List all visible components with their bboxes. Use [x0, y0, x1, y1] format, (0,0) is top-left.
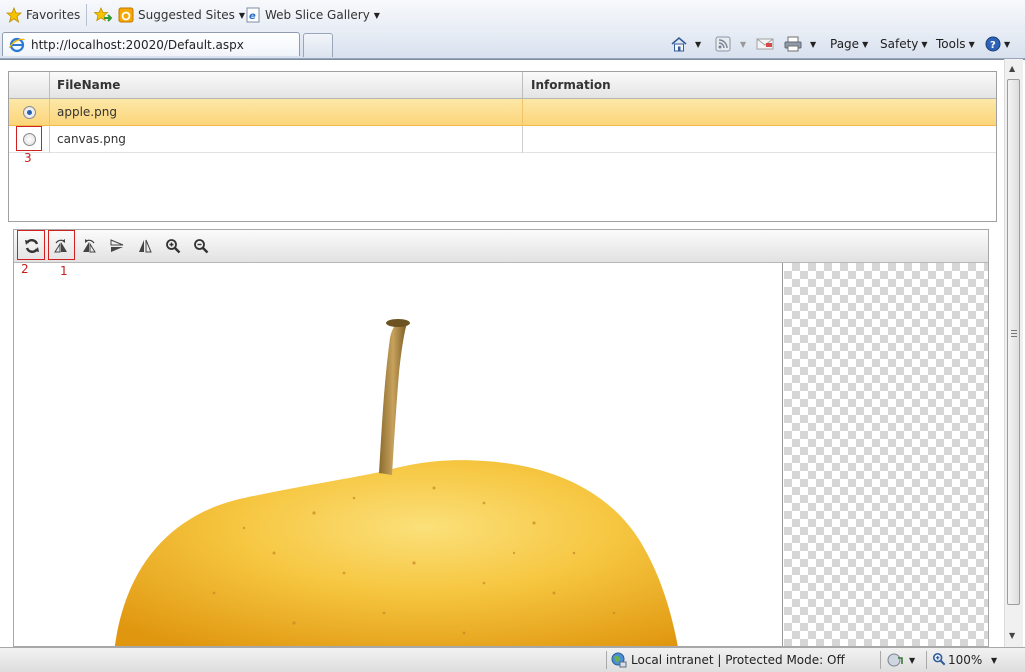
ie-page-icon: e: [245, 7, 261, 23]
safety-menu[interactable]: Safety ▼: [880, 35, 928, 53]
transparency-preview: [784, 263, 988, 646]
rotate-left-icon: [81, 238, 97, 254]
favorites-bar: Favorites Suggested Sites ▼ e Web Slice …: [0, 0, 1025, 30]
vertical-scrollbar[interactable]: ▲ ▼: [1004, 59, 1023, 647]
chevron-down-icon: ▼: [810, 39, 817, 49]
annotation-label-2: 2: [21, 262, 29, 276]
zoom-icon: [932, 652, 946, 666]
cell-information: [523, 99, 996, 125]
browser-tab[interactable]: http://localhost:20020/Default.aspx: [2, 32, 300, 56]
cell-filename: canvas.png: [57, 132, 126, 146]
annotation-box-1: [48, 230, 75, 260]
svg-text:e: e: [249, 11, 256, 22]
home-dropdown[interactable]: ▼: [695, 35, 701, 53]
zoom-in-button[interactable]: [162, 235, 184, 257]
help-icon: ?: [985, 36, 1001, 52]
intranet-globe-icon: [611, 652, 627, 668]
chevron-down-icon: ▼: [740, 39, 747, 49]
suggested-sites-label: Suggested Sites: [138, 8, 235, 22]
image-editor: [13, 229, 989, 647]
tab-row: http://localhost:20020/Default.aspx ▼ ▼ …: [0, 30, 1025, 59]
home-button[interactable]: [670, 35, 688, 53]
annotation-box-3: [16, 126, 42, 151]
image-canvas[interactable]: [14, 263, 783, 646]
feeds-dropdown[interactable]: ▼: [740, 35, 746, 53]
row-select-radio[interactable]: [23, 106, 36, 119]
star-icon: [6, 7, 22, 23]
zoom-level[interactable]: 100%: [948, 653, 982, 667]
chevron-down-icon: ▼: [695, 39, 702, 49]
table-row[interactable]: apple.png: [9, 99, 996, 126]
annotation-label-1: 1: [60, 264, 68, 278]
cell-information: [523, 126, 996, 152]
printer-icon: [784, 36, 802, 52]
add-favorite-button[interactable]: [94, 6, 112, 24]
new-tab-button[interactable]: [303, 33, 333, 57]
safety-menu-label: Safety: [880, 37, 919, 51]
tools-menu[interactable]: Tools ▼: [936, 35, 975, 53]
print-button[interactable]: [784, 35, 802, 53]
grid-header: FileName Information: [9, 72, 996, 99]
tools-menu-label: Tools: [936, 37, 966, 51]
scroll-thumb[interactable]: [1007, 79, 1020, 605]
ie-logo-icon: [9, 37, 25, 53]
flip-vertical-icon: [109, 238, 125, 254]
page-menu-label: Page: [830, 37, 860, 51]
security-zone-text[interactable]: Local intranet | Protected Mode: Off: [631, 653, 845, 667]
mail-icon: [756, 37, 774, 51]
chevron-down-icon[interactable]: ▼: [991, 656, 997, 665]
chevron-down-icon: ▼: [1004, 39, 1011, 49]
annotation-label-3: 3: [24, 151, 32, 165]
zoom-out-icon: [193, 238, 209, 254]
chevron-down-icon: ▼: [373, 10, 380, 20]
column-header-information[interactable]: Information: [523, 72, 996, 98]
flip-vertical-button[interactable]: [106, 235, 128, 257]
feeds-button[interactable]: [715, 35, 731, 53]
zoom-in-icon: [165, 238, 181, 254]
help-button[interactable]: ? ▼: [985, 35, 1010, 53]
table-row[interactable]: canvas.png: [9, 126, 996, 153]
web-slice-gallery-button[interactable]: e Web Slice Gallery ▼: [245, 6, 380, 24]
cell-filename: apple.png: [57, 105, 117, 119]
annotation-box-2: [17, 230, 45, 260]
suggested-sites-button[interactable]: Suggested Sites ▼: [118, 6, 245, 24]
page-menu[interactable]: Page ▼: [830, 35, 868, 53]
chevron-down-icon: ▼: [921, 39, 928, 49]
flip-horizontal-icon: [137, 238, 153, 254]
svg-text:?: ?: [990, 40, 996, 51]
file-grid: FileName Information apple.png canvas.pn…: [8, 71, 997, 222]
chevron-down-icon[interactable]: ▼: [909, 656, 915, 665]
editor-toolbar: [14, 230, 988, 263]
rotate-left-button[interactable]: [78, 235, 100, 257]
suggested-sites-icon: [118, 7, 134, 23]
home-icon: [670, 36, 688, 52]
flip-horizontal-button[interactable]: [134, 235, 156, 257]
favorites-button[interactable]: Favorites: [6, 6, 80, 24]
web-slice-gallery-label: Web Slice Gallery: [265, 8, 370, 22]
protected-mode-icon[interactable]: [886, 652, 904, 668]
scroll-down-icon[interactable]: ▼: [1009, 631, 1015, 640]
column-header-filename[interactable]: FileName: [49, 72, 523, 98]
print-dropdown[interactable]: ▼: [810, 35, 816, 53]
scroll-up-icon[interactable]: ▲: [1009, 64, 1015, 73]
apple-image: [114, 319, 678, 646]
chevron-down-icon: ▼: [968, 39, 975, 49]
add-to-favorites-icon: [94, 7, 112, 23]
rss-feed-icon: [715, 36, 731, 52]
favorites-label: Favorites: [26, 8, 81, 22]
read-mail-button[interactable]: [756, 35, 774, 53]
status-bar: Local intranet | Protected Mode: Off ▼ 1…: [0, 647, 1025, 672]
chevron-down-icon: ▼: [862, 39, 869, 49]
tab-url: http://localhost:20020/Default.aspx: [31, 37, 244, 52]
zoom-out-button[interactable]: [190, 235, 212, 257]
